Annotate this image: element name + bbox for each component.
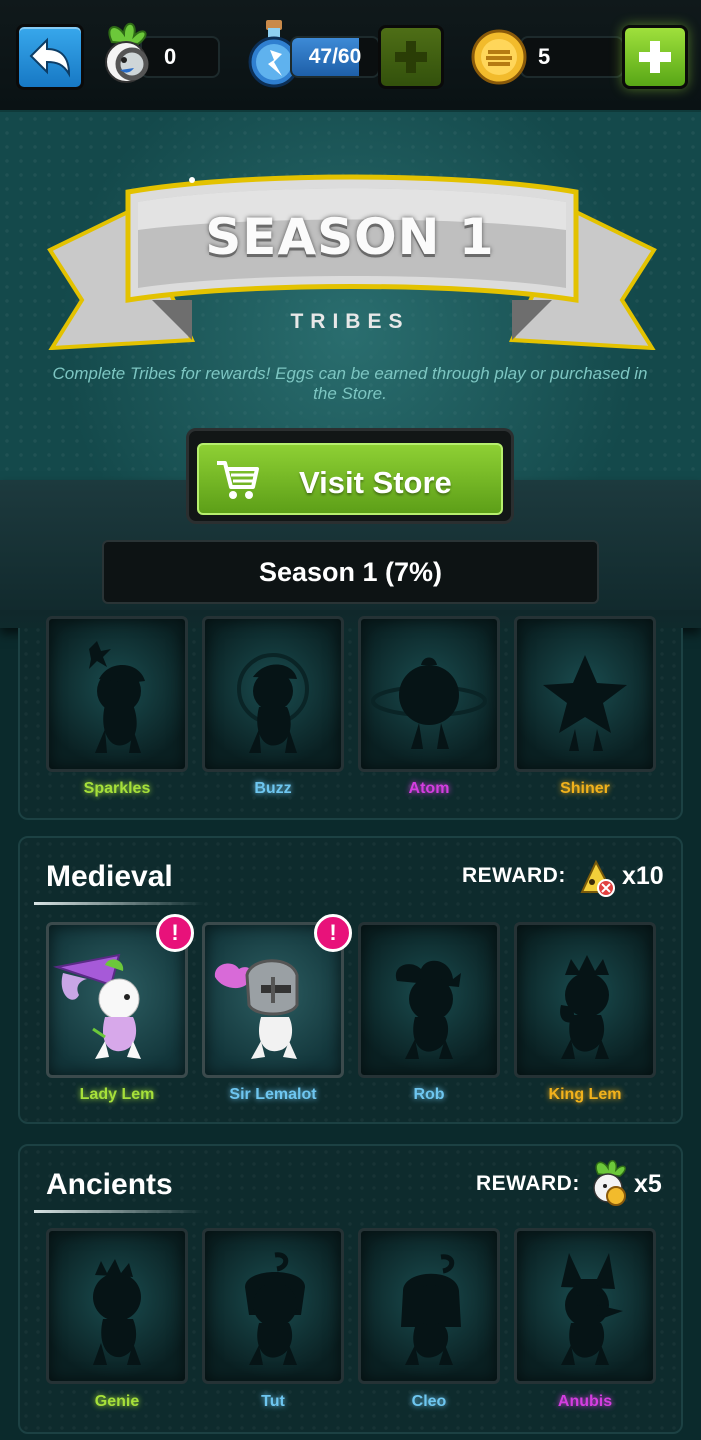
character-name: Sparkles bbox=[83, 780, 151, 797]
cart-icon bbox=[217, 461, 259, 499]
coin-counter: 5 bbox=[520, 36, 624, 78]
tagline-text: Complete Tribes for rewards! Eggs can be… bbox=[52, 364, 648, 403]
character-card[interactable] bbox=[358, 922, 500, 1078]
character-name: Cleo bbox=[411, 1393, 447, 1410]
add-coins-button[interactable] bbox=[622, 25, 688, 89]
reward-count: x10 bbox=[622, 862, 664, 890]
tribes-subtitle: TRIBES bbox=[290, 310, 410, 333]
character-name: Genie bbox=[94, 1393, 140, 1410]
character-name: Tut bbox=[261, 1393, 285, 1410]
season-progress-label: Season 1 (7%) bbox=[258, 556, 443, 587]
tribe-title: Medieval bbox=[46, 860, 173, 893]
coin-icon bbox=[471, 29, 527, 85]
energy-bar: 47/60 bbox=[290, 36, 380, 78]
reward-label: REWARD: bbox=[476, 1172, 580, 1195]
character-card[interactable] bbox=[514, 616, 656, 772]
add-energy-button[interactable] bbox=[378, 25, 444, 89]
character-card[interactable] bbox=[46, 616, 188, 772]
character-card[interactable] bbox=[46, 1228, 188, 1384]
new-alert-badge: ! bbox=[156, 914, 194, 952]
lem-head-icon bbox=[105, 22, 149, 83]
character-name: Lady Lem bbox=[79, 1086, 155, 1103]
character-name: Shiner bbox=[560, 780, 610, 797]
energy-text: 47/60 bbox=[308, 45, 362, 68]
genie-silhouette bbox=[93, 1259, 141, 1365]
title-underline bbox=[34, 902, 204, 905]
coin-count: 5 bbox=[538, 44, 551, 69]
tribe-title: Ancients bbox=[46, 1168, 173, 1201]
character-card[interactable] bbox=[202, 616, 344, 772]
character-name: Buzz bbox=[254, 780, 292, 797]
tut-silhouette bbox=[245, 1252, 305, 1365]
reward-label: REWARD: bbox=[462, 864, 566, 887]
season-title: SEASON 1 bbox=[205, 208, 495, 266]
king-lem-silhouette bbox=[560, 955, 609, 1059]
buzz-silhouette bbox=[237, 653, 309, 753]
character-name: Rob bbox=[413, 1086, 445, 1103]
plus-icon bbox=[395, 41, 427, 73]
character-name: Sir Lemalot bbox=[229, 1086, 317, 1103]
egg-ticket-icon bbox=[580, 859, 615, 897]
back-button[interactable] bbox=[16, 24, 84, 90]
shiner-silhouette bbox=[543, 655, 627, 751]
character-card[interactable] bbox=[514, 1228, 656, 1384]
visit-store-label: Visit Store bbox=[299, 465, 452, 500]
character-card[interactable] bbox=[358, 1228, 500, 1384]
cleo-silhouette bbox=[401, 1254, 461, 1365]
lem-count: 0 bbox=[164, 44, 177, 69]
character-card[interactable] bbox=[514, 922, 656, 1078]
anubis-silhouette bbox=[561, 1253, 623, 1365]
season-progress: Season 1 (7%) bbox=[102, 540, 599, 604]
character-card[interactable] bbox=[202, 1228, 344, 1384]
atom-silhouette bbox=[371, 657, 487, 749]
sparkles-silhouette bbox=[89, 641, 145, 753]
visit-store-button[interactable]: Visit Store bbox=[197, 443, 503, 515]
plus-icon bbox=[639, 41, 671, 73]
reward-count: x5 bbox=[634, 1170, 662, 1198]
top-bar: 0 47/60 5 bbox=[0, 0, 701, 112]
rob-silhouette bbox=[395, 960, 461, 1059]
new-alert-badge: ! bbox=[314, 914, 352, 952]
back-arrow-icon bbox=[29, 37, 71, 78]
character-name: Anubis bbox=[557, 1393, 613, 1410]
title-underline bbox=[34, 1210, 204, 1213]
character-name: King Lem bbox=[548, 1086, 622, 1103]
store-button-frame: Visit Store bbox=[186, 428, 514, 524]
character-name: Atom bbox=[408, 780, 450, 797]
character-card[interactable] bbox=[358, 616, 500, 772]
lem-head-icon bbox=[593, 1160, 626, 1206]
